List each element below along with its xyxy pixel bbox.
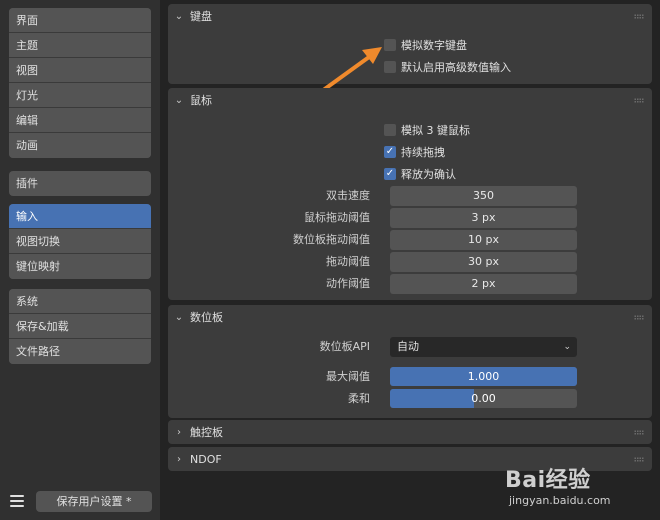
watermark-logo: Bai经验 [505, 468, 591, 493]
preferences-window: 界面 主题 视图 灯光 编辑 动画 插件 输入 视图切换 键位映射 系统 保存&… [0, 0, 660, 520]
checkmark-icon: ✓ [384, 168, 396, 180]
emulate-numpad-checkbox[interactable]: 模拟数字键盘 [384, 36, 467, 54]
chevron-down-icon: ⌄ [174, 311, 184, 323]
sidebar-item-file-paths[interactable]: 文件路径 [9, 339, 151, 364]
watermark-url: jingyan.baidu.com [509, 494, 611, 507]
default-advanced-input-checkbox[interactable]: 默认启用高级数值输入 [384, 58, 511, 76]
softness-label: 柔和 [348, 392, 370, 405]
slider-value: 1.000 [467, 370, 500, 383]
sidebar-item-input[interactable]: 输入 [9, 204, 151, 229]
save-preferences-button[interactable]: 保存用户设置 * [36, 491, 152, 512]
sidebar-item-save-load[interactable]: 保存&加载 [9, 314, 151, 339]
panel-header-tablet[interactable]: ⌄ 数位板 [168, 305, 652, 329]
sidebar-item-themes[interactable]: 主题 [9, 33, 151, 58]
chevron-right-icon: › [177, 426, 181, 438]
slider-value: 0.00 [471, 392, 496, 405]
dropdown-value: 自动 [397, 340, 419, 353]
continuous-grab-checkbox[interactable]: ✓ 持续拖拽 [384, 143, 445, 161]
panel-title: 触控板 [190, 426, 223, 439]
checkbox-label: 释放为确认 [401, 168, 456, 181]
panel-title: 鼠标 [190, 94, 212, 107]
panel-title: NDOF [190, 452, 222, 466]
baidu-jingyan-watermark: Bai经验 jingyan.baidu.com [505, 462, 655, 514]
panel-mouse: ⌄ 鼠标 模拟 3 键鼠标 ✓ 持续拖拽 ✓ 释放为确认 双击速度 350 鼠标… [168, 88, 652, 300]
sidebar-item-viewport[interactable]: 视图 [9, 58, 151, 83]
tablet-api-label: 数位板API [319, 340, 370, 353]
chevron-down-icon: ⌄ [174, 94, 184, 106]
motion-threshold-field[interactable]: 2 px [390, 274, 577, 294]
checkbox-box [384, 124, 396, 136]
panel-touchpad: › 触控板 [168, 420, 652, 444]
sidebar-item-editing[interactable]: 编辑 [9, 108, 151, 133]
mouse-drag-threshold-label: 鼠标拖动阈值 [304, 211, 370, 224]
drag-grip-icon[interactable] [634, 315, 644, 320]
tablet-drag-threshold-label: 数位板拖动阈值 [293, 233, 370, 246]
panel-keyboard: ⌄ 键盘 模拟数字键盘 默认启用高级数值输入 [168, 4, 652, 106]
nav-group-input: 输入 视图切换 键位映射 [9, 204, 151, 279]
checkbox-label: 默认启用高级数值输入 [401, 61, 511, 74]
panel-header-mouse[interactable]: ⌄ 鼠标 [168, 88, 652, 112]
sidebar-item-navigation[interactable]: 视图切换 [9, 229, 151, 254]
mouse-drag-threshold-field[interactable]: 3 px [390, 208, 577, 228]
tablet-api-dropdown[interactable]: 自动 ⌄ [390, 337, 577, 357]
nav-group-general: 界面 主题 视图 灯光 编辑 动画 [9, 8, 151, 158]
checkbox-label: 模拟 3 键鼠标 [401, 124, 470, 137]
chevron-down-icon: ⌄ [174, 10, 184, 22]
checkmark-icon: ✓ [384, 146, 396, 158]
checkbox-label: 持续拖拽 [401, 146, 445, 159]
sidebar-item-interface[interactable]: 界面 [9, 8, 151, 33]
max-threshold-label: 最大阈值 [326, 370, 370, 383]
release-confirms-checkbox[interactable]: ✓ 释放为确认 [384, 165, 456, 183]
checkbox-label: 模拟数字键盘 [401, 39, 467, 52]
panel-tablet: ⌄ 数位板 数位板API 自动 ⌄ 最大阈值 1.000 柔和 0.00 [168, 305, 652, 418]
emulate-3-button-mouse-checkbox[interactable]: 模拟 3 键鼠标 [384, 121, 470, 139]
nav-group-addons: 插件 [9, 171, 151, 196]
drag-grip-icon[interactable] [634, 14, 644, 19]
drag-grip-icon[interactable] [634, 430, 644, 435]
drag-grip-icon[interactable] [634, 98, 644, 103]
panel-header-keyboard[interactable]: ⌄ 键盘 [168, 4, 652, 28]
sidebar-item-addons[interactable]: 插件 [9, 171, 151, 196]
max-threshold-slider[interactable]: 1.000 [390, 367, 577, 386]
sidebar-item-keymap[interactable]: 键位映射 [9, 254, 151, 279]
sidebar-item-animation[interactable]: 动画 [9, 133, 151, 158]
double-click-speed-label: 双击速度 [326, 189, 370, 202]
panel-title: 键盘 [190, 10, 212, 23]
drag-threshold-label: 拖动阈值 [326, 255, 370, 268]
double-click-speed-field[interactable]: 350 [390, 186, 577, 206]
sidebar-item-lights[interactable]: 灯光 [9, 83, 151, 108]
tablet-drag-threshold-field[interactable]: 10 px [390, 230, 577, 250]
chevron-down-icon: ⌄ [563, 342, 571, 352]
panel-title: 数位板 [190, 311, 223, 324]
nav-group-system: 系统 保存&加载 文件路径 [9, 289, 151, 364]
sidebar-item-system[interactable]: 系统 [9, 289, 151, 314]
motion-threshold-label: 动作阈值 [326, 277, 370, 290]
hamburger-menu-icon[interactable] [10, 495, 24, 507]
main-area: ⌄ 键盘 模拟数字键盘 默认启用高级数值输入 ⌄ 鼠标 模拟 3 键鼠标 ✓ 持… [160, 0, 660, 520]
drag-threshold-field[interactable]: 30 px [390, 252, 577, 272]
panel-header-touchpad[interactable]: › 触控板 [168, 420, 652, 444]
sidebar: 界面 主题 视图 灯光 编辑 动画 插件 输入 视图切换 键位映射 系统 保存&… [0, 0, 160, 520]
softness-slider[interactable]: 0.00 [390, 389, 577, 408]
chevron-right-icon: › [177, 453, 181, 465]
